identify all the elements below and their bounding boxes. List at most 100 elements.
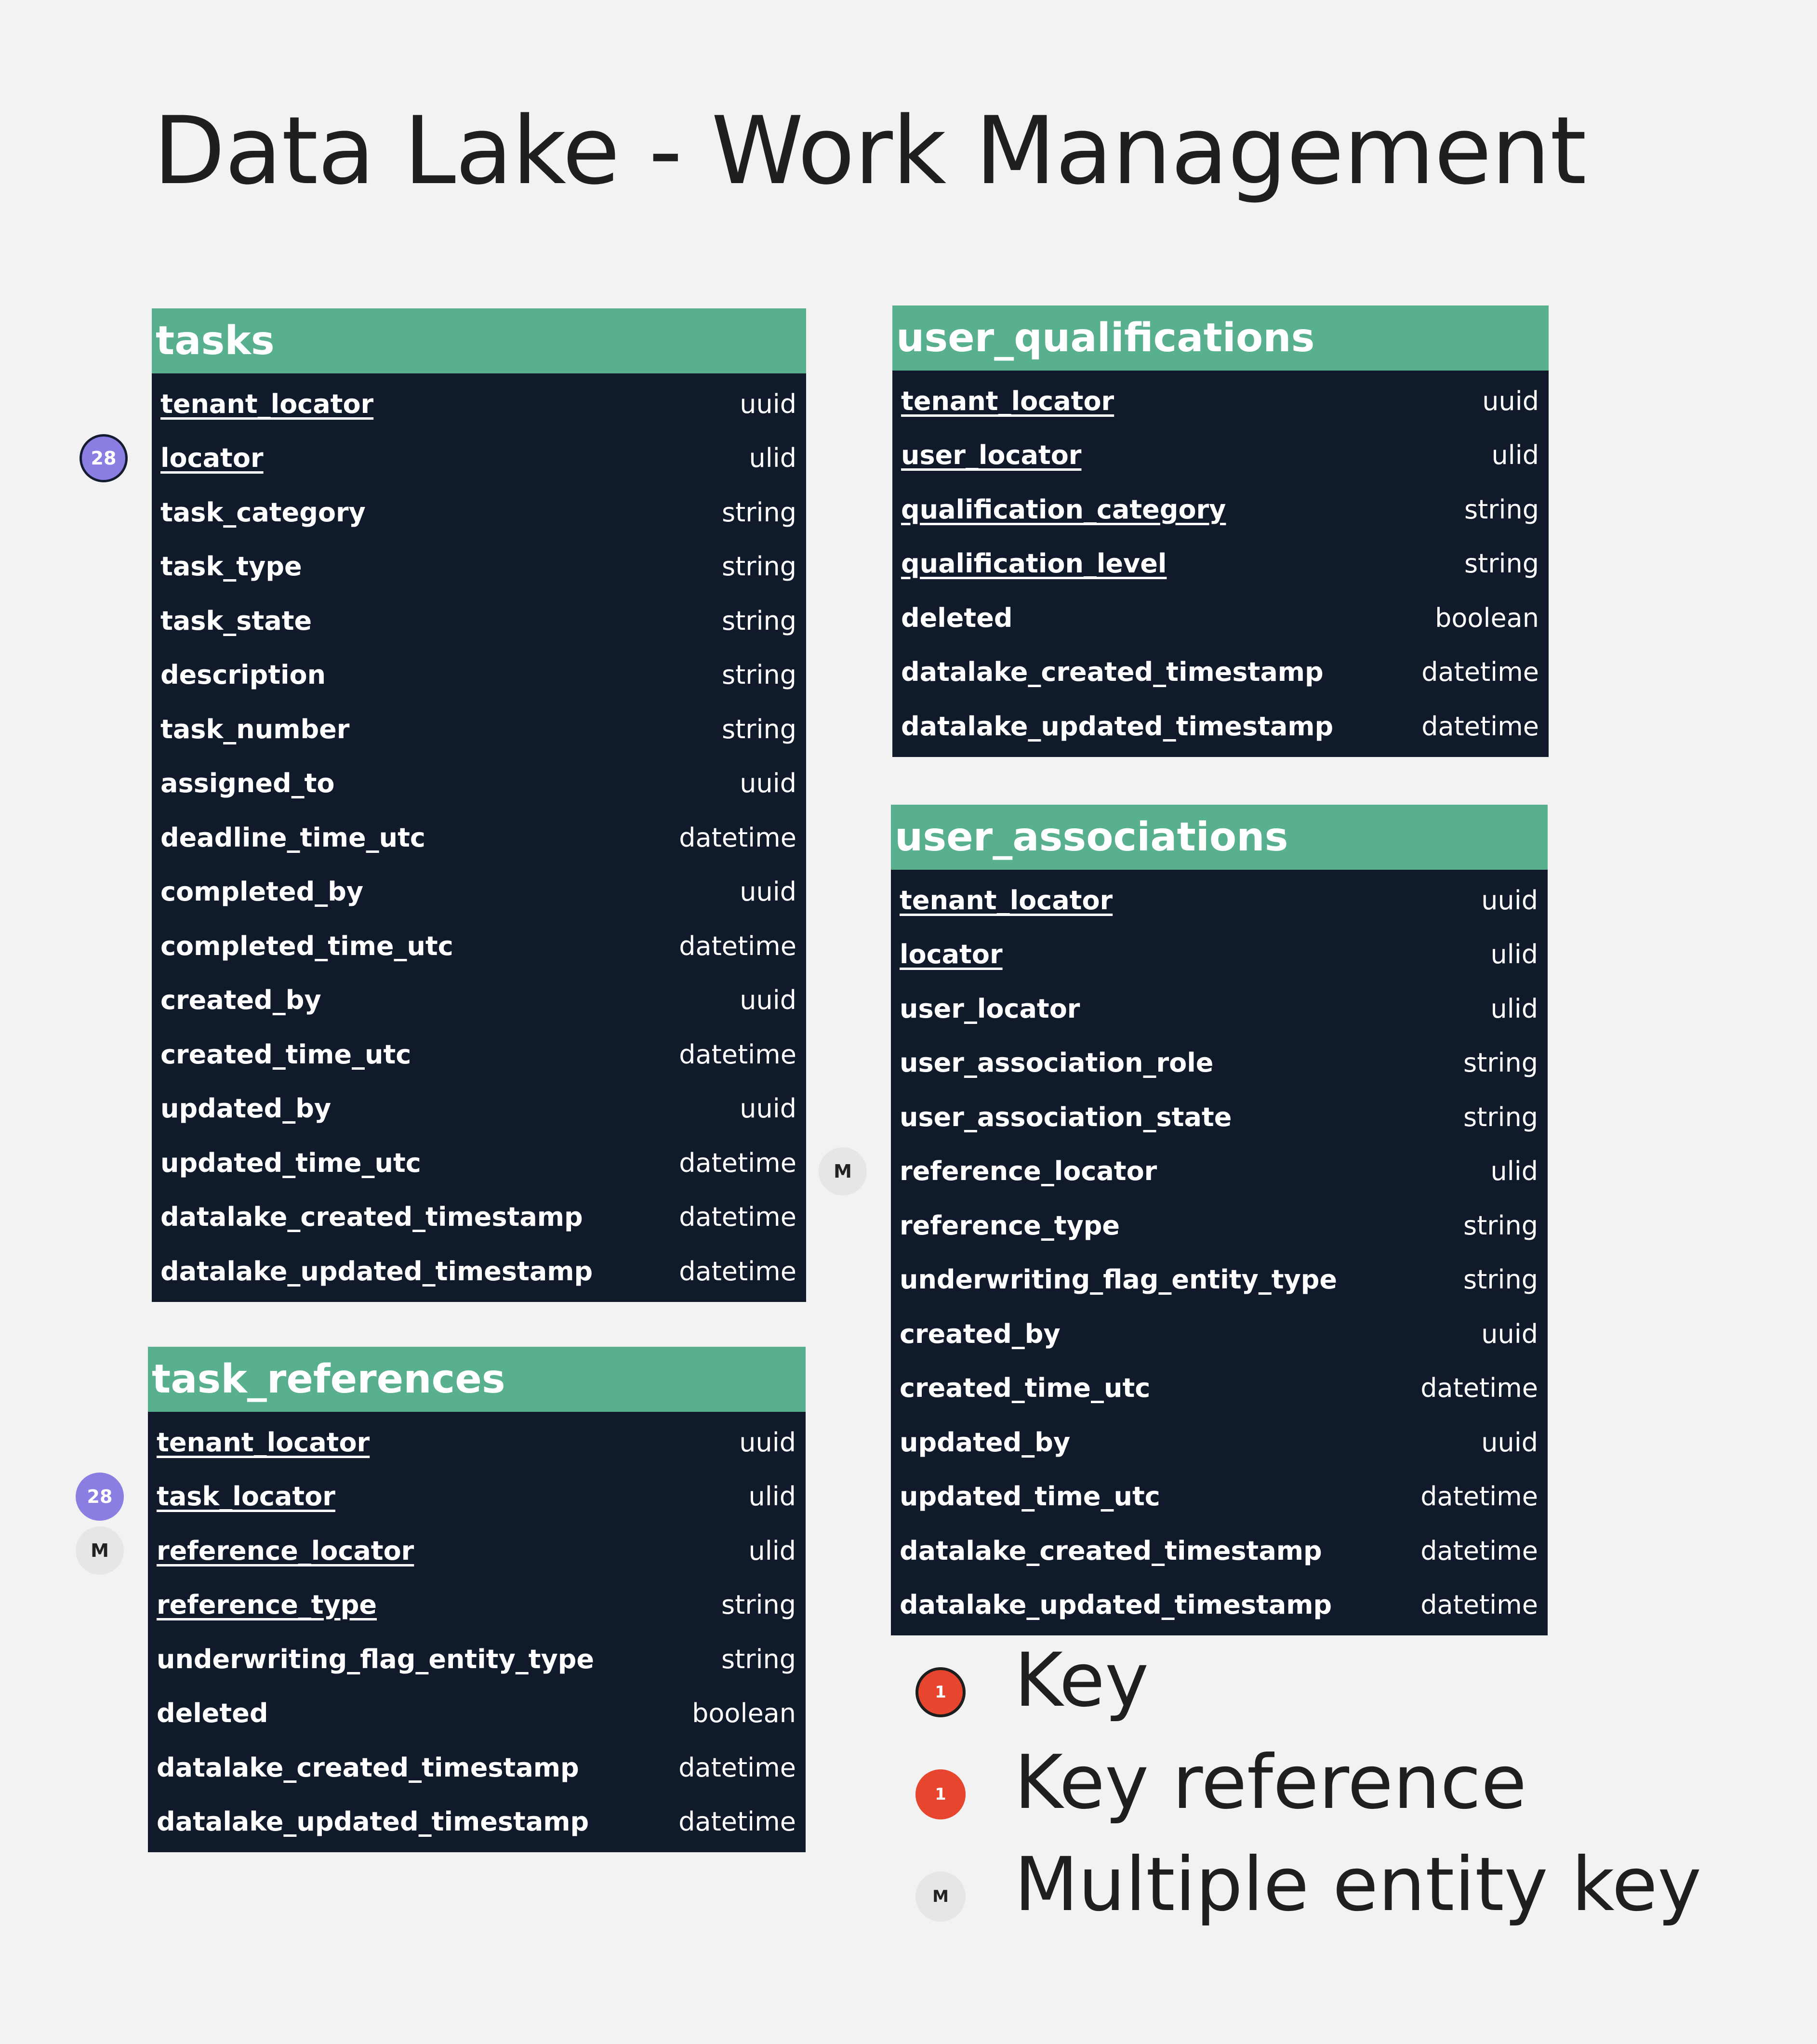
field-type: string	[721, 714, 796, 744]
key-reference-count-badge: 28	[80, 434, 128, 482]
field-row: updated_by uuid	[152, 1082, 806, 1136]
field-row: description string	[152, 648, 806, 703]
field-type: string	[721, 1590, 796, 1620]
field-name: underwriting_flag_entity_type	[157, 1644, 595, 1674]
field-row: created_by uuid	[891, 1307, 1548, 1361]
field-type: datetime	[679, 822, 796, 853]
field-row: Mreference_locator ulid	[819, 1144, 1548, 1199]
field-row: task_category string	[152, 485, 806, 540]
field-row: user_locator ulid	[891, 982, 1548, 1036]
field-row: completed_time_utc datetime	[152, 919, 806, 973]
field-type: ulid	[748, 1535, 796, 1566]
field-type: ulid	[1491, 440, 1539, 471]
field-name: task_category	[160, 497, 366, 528]
field-name: completed_by	[160, 876, 364, 907]
entity-header: user_associations	[891, 805, 1548, 870]
field-name: reference_locator	[900, 1156, 1157, 1187]
field-row: task_state string	[152, 594, 806, 648]
field-name: user_association_state	[900, 1102, 1232, 1132]
field-name: datalake_updated_timestamp	[901, 711, 1334, 742]
field-row: task_number string	[152, 702, 806, 757]
field-name: qualification_category	[901, 494, 1226, 525]
field-name: created_time_utc	[900, 1373, 1151, 1404]
field-row: created_time_utc datetime	[152, 1027, 806, 1082]
field-name: tenant_locator	[900, 885, 1113, 916]
field-row: updated_by uuid	[891, 1415, 1548, 1470]
field-row: 28 locator ulid	[80, 431, 806, 486]
field-type: string	[1463, 1264, 1538, 1295]
field-type: datetime	[1421, 711, 1539, 742]
field-type: datetime	[678, 1752, 796, 1783]
field-row: tenant_locator uuid	[892, 374, 1549, 428]
field-row: deleted boolean	[892, 591, 1549, 645]
field-row: assigned_to uuid	[152, 757, 806, 811]
field-type: uuid	[1481, 885, 1538, 916]
field-name: created_by	[900, 1318, 1061, 1349]
field-name: task_number	[160, 714, 350, 744]
entity-user-associations: user_associations tenant_locator uuid loca…	[819, 805, 1548, 1635]
field-type: datetime	[1420, 1481, 1538, 1512]
field-name: updated_by	[160, 1093, 332, 1124]
field-name: datalake_created_timestamp	[900, 1535, 1322, 1566]
field-type: datetime	[678, 1806, 796, 1837]
entity-header: user_qualifications	[892, 305, 1549, 371]
legend-label: Key	[1014, 1637, 1149, 1724]
field-type: uuid	[1481, 1318, 1538, 1349]
field-name: updated_time_utc	[160, 1147, 421, 1178]
field-type: ulid	[1490, 993, 1538, 1024]
field-row: datalake_updated_timestamp datetime	[148, 1795, 806, 1849]
field-name: locator	[160, 443, 264, 474]
field-type: ulid	[749, 443, 796, 474]
field-row: reference_type string	[891, 1198, 1548, 1253]
field-name: assigned_to	[160, 768, 335, 799]
field-name: datalake_created_timestamp	[157, 1752, 579, 1783]
field-type: datetime	[1421, 657, 1539, 688]
entity-fields: tenant_locator uuid 28 locator ulid task_cate…	[80, 373, 806, 1302]
field-type: boolean	[692, 1698, 796, 1729]
field-type: uuid	[740, 985, 796, 1016]
field-type: ulid	[1490, 1156, 1538, 1187]
field-name: updated_by	[900, 1427, 1071, 1458]
field-row: user_association_role string	[891, 1036, 1548, 1090]
field-row: datalake_updated_timestamp datetime	[892, 699, 1549, 754]
field-type: uuid	[1481, 1427, 1538, 1458]
field-name: underwriting_flag_entity_type	[900, 1264, 1338, 1295]
field-name: completed_time_utc	[160, 930, 453, 961]
field-row: Mreference_locator ulid	[76, 1524, 806, 1578]
field-row: qualification_category string	[892, 482, 1549, 537]
field-type: string	[1464, 494, 1539, 525]
legend-label: Key reference	[1014, 1739, 1527, 1826]
field-name: datalake_updated_timestamp	[160, 1256, 593, 1287]
entity-header: tasks	[152, 308, 806, 373]
entity-task-references: task_references tenant_locator uuid 28 task…	[76, 1347, 806, 1852]
field-name: tenant_locator	[901, 385, 1114, 416]
entity-fields: tenant_locator uuid locator ulid user_locato…	[819, 870, 1548, 1635]
field-row: qualification_level string	[892, 537, 1549, 591]
field-row: updated_time_utc datetime	[891, 1470, 1548, 1524]
field-row: created_by uuid	[152, 973, 806, 1028]
field-row: reference_type string	[148, 1578, 806, 1633]
field-type: datetime	[679, 930, 796, 961]
entity-fields: tenant_locator uuid 28 task_locator ulid Mref…	[76, 1412, 806, 1852]
field-row: task_type string	[152, 540, 806, 594]
key-icon: 1	[915, 1667, 966, 1717]
field-row: datalake_created_timestamp datetime	[891, 1524, 1548, 1578]
field-type: uuid	[740, 768, 796, 799]
field-type: uuid	[740, 1093, 796, 1124]
field-type: string	[721, 605, 796, 636]
multiple-entity-key-badge: M	[819, 1147, 867, 1195]
field-type: datetime	[1420, 1590, 1538, 1620]
field-row: tenant_locator uuid	[152, 377, 806, 431]
multiple-entity-key-badge: M	[76, 1526, 124, 1575]
field-type: string	[1463, 1102, 1538, 1132]
field-type: ulid	[748, 1481, 796, 1512]
field-name: task_locator	[157, 1481, 335, 1512]
field-type: string	[1463, 1210, 1538, 1241]
field-name: datalake_updated_timestamp	[157, 1806, 589, 1837]
field-row: created_time_utc datetime	[891, 1361, 1548, 1416]
field-name: datalake_created_timestamp	[160, 1202, 583, 1233]
field-row: user_association_state string	[891, 1090, 1548, 1144]
field-name: deleted	[157, 1698, 268, 1729]
entity-header: task_references	[148, 1347, 806, 1412]
field-row: underwriting_flag_entity_type string	[891, 1253, 1548, 1307]
